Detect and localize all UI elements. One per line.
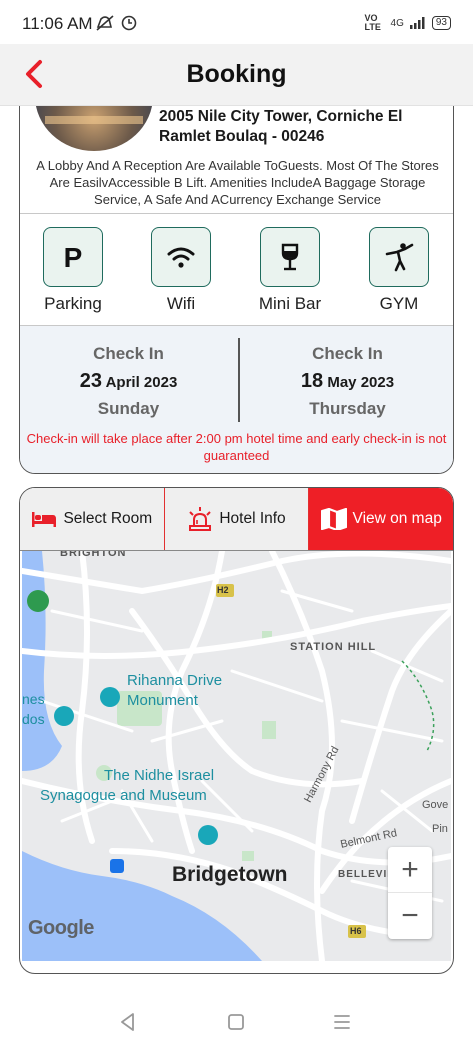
nav-back-icon[interactable]: [116, 1010, 140, 1034]
tab-label: View on map: [352, 510, 442, 527]
amenity-label: Mini Bar: [258, 294, 322, 313]
checkin-note: Check-in will take place after 2:00 pm h…: [26, 431, 447, 463]
amenities-row: P Parking Wifi Mini Bar GYM: [20, 227, 453, 325]
tab-label: Select Room: [63, 510, 153, 527]
tab-bar: Select Room Hotel Info View on map: [20, 488, 453, 551]
system-nav-bar: [0, 990, 473, 1050]
clock-icon: [121, 15, 137, 31]
amenity-icon-box: [260, 227, 320, 287]
map-label-brighton: BRIGHTON: [60, 551, 127, 559]
signal-icon: [409, 17, 425, 29]
checkin-day: 23: [79, 370, 102, 392]
bed-icon: [32, 512, 57, 527]
wine-glass-icon: [281, 243, 299, 271]
checkout-date: 18 May 2023: [239, 370, 453, 393]
status-time: 11:06 AM: [22, 14, 93, 33]
checkin-title: Check In: [93, 344, 164, 363]
divider: [20, 213, 453, 214]
checkout-weekday: Thursday: [309, 399, 386, 418]
map-label-bridgetown: Bridgetown: [172, 863, 288, 886]
google-logo: Google: [28, 917, 94, 939]
tab-select-room[interactable]: Select Room: [20, 488, 164, 550]
map-label-station-hill: STATION HILL: [290, 641, 377, 653]
amenity-mini-bar[interactable]: Mini Bar: [245, 227, 335, 314]
map-label-rihanna-line1: Rihanna Drive: [127, 672, 223, 689]
checkin-weekday: Sunday: [97, 399, 160, 418]
map-label-gove: Gove: [422, 799, 449, 811]
tab-view-on-map[interactable]: View on map: [308, 488, 453, 550]
checkin-column: Check In 23 April 2023 Sunday: [20, 344, 237, 419]
map-card: Select Room Hotel Info View on map BRIGH…: [19, 487, 454, 974]
volte-label: VO LTE: [364, 13, 381, 32]
nav-home-icon[interactable]: [224, 1010, 248, 1034]
amenity-gym[interactable]: GYM: [354, 227, 444, 314]
amenity-icon-box: P: [43, 227, 103, 287]
checkout-column: Check In 18 May 2023 Thursday: [239, 344, 453, 419]
wifi-icon: [167, 247, 195, 268]
amenity-label: Parking: [44, 294, 102, 313]
status-notification-icons: [95, 14, 137, 32]
amenity-parking[interactable]: P Parking: [28, 227, 118, 314]
map-label-pin: Pin: [432, 823, 448, 835]
nav-menu-icon[interactable]: [330, 1010, 354, 1034]
checkin-section: Check In 23 April 2023 Sunday Check In 1…: [20, 326, 453, 473]
map-label-nes: nes: [22, 691, 45, 707]
tab-label: Hotel Info: [219, 510, 286, 527]
gym-icon: [385, 243, 414, 272]
app-header: Booking: [0, 44, 473, 106]
map-view[interactable]: BRIGHTON H2 STATION HILL nes dos Rihanna…: [22, 551, 451, 961]
amenity-label: GYM: [379, 294, 419, 313]
checkout-day: 18: [300, 370, 324, 392]
map-label-nidhe-line2: Synagogue and Museum: [40, 787, 207, 804]
map-zoom-controls: + −: [388, 847, 432, 939]
alarm-light-icon: [189, 507, 212, 531]
amenity-icon-box: [151, 227, 211, 287]
parking-icon: P: [64, 242, 83, 272]
page-title: Booking: [186, 60, 287, 88]
checkout-month-year: May 2023: [327, 374, 395, 391]
hotel-address: 2005 Nile City Tower, Corniche El Ramlet…: [159, 108, 403, 145]
amenity-label: Wifi: [166, 294, 196, 313]
zoom-in-button[interactable]: +: [388, 847, 432, 893]
map-canvas: [22, 551, 451, 961]
map-label-h2: H2: [217, 585, 229, 595]
checkout-title: Check In: [312, 344, 383, 363]
map-icon: [320, 508, 347, 530]
status-bar: 11:06 AM VO LTE 4G 93: [0, 0, 473, 44]
checkin-month-year: April 2023: [105, 374, 178, 391]
svg-text:P: P: [64, 242, 83, 272]
map-label-rihanna-line2: Monument: [127, 692, 198, 709]
network-label: 4G: [390, 17, 404, 29]
battery-indicator: 93: [431, 16, 451, 30]
map-label-dos: dos: [22, 711, 45, 727]
status-system-icons: VO LTE 4G 93: [365, 14, 451, 32]
map-label-h6: H6: [350, 926, 362, 936]
mute-icon: [96, 15, 114, 31]
zoom-out-button[interactable]: −: [388, 893, 432, 939]
amenity-icon-box: [369, 227, 429, 287]
checkin-date: 23 April 2023: [20, 370, 237, 393]
hotel-details-card: 2005 Nile City Tower, Corniche El Ramlet…: [19, 80, 454, 474]
tab-hotel-info[interactable]: Hotel Info: [163, 488, 309, 550]
hotel-description: A Lobby And A Reception Are Available To…: [36, 158, 439, 207]
amenity-wifi[interactable]: Wifi: [136, 227, 226, 314]
map-label-nidhe-line1: The Nidhe Israel: [104, 767, 215, 784]
